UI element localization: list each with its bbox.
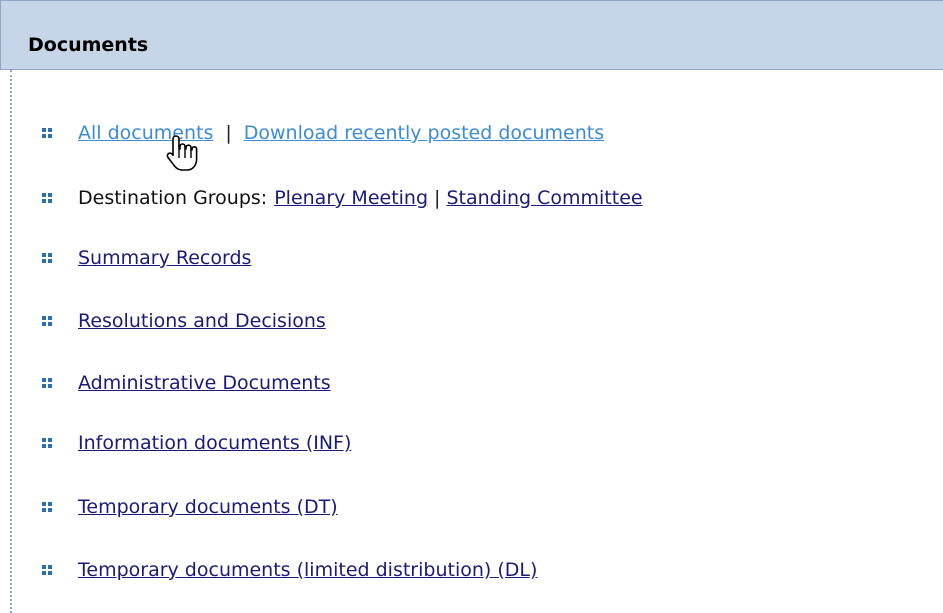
temporary-documents-link[interactable]: Temporary documents (DT) <box>78 494 338 520</box>
resolutions-and-decisions-link[interactable]: Resolutions and Decisions <box>78 308 326 334</box>
grid-bullet-icon <box>42 253 52 263</box>
grid-bullet-icon <box>42 565 52 575</box>
link-separator: | <box>225 122 232 144</box>
panel-header: Documents <box>0 0 943 70</box>
temporary-documents-limited-distribution-link[interactable]: Temporary documents (limited distributio… <box>78 557 537 583</box>
standing-committee-link[interactable]: Standing Committee <box>446 185 642 211</box>
information-documents-link[interactable]: Information documents (INF) <box>78 430 351 456</box>
list-item-destination-groups: Destination Groups: Plenary Meeting | St… <box>42 185 643 211</box>
panel-title: Documents <box>28 34 149 56</box>
list-item-temporary-documents-limited: Temporary documents (limited distributio… <box>42 557 537 583</box>
documents-panel: Documents All documents | Download recen… <box>0 0 943 613</box>
grid-bullet-icon <box>42 128 52 138</box>
panel-left-border <box>10 70 12 613</box>
list-item-summary-records: Summary Records <box>42 245 251 271</box>
grid-bullet-icon <box>42 193 52 203</box>
list-item-resolutions-decisions: Resolutions and Decisions <box>42 308 326 334</box>
download-recent-documents-link[interactable]: Download recently posted documents <box>244 120 604 146</box>
plenary-meeting-link[interactable]: Plenary Meeting <box>274 185 428 211</box>
list-item-all-documents: All documents | Download recently posted… <box>42 120 604 146</box>
link-separator: | <box>434 187 441 209</box>
grid-bullet-icon <box>42 378 52 388</box>
summary-records-link[interactable]: Summary Records <box>78 245 251 271</box>
grid-bullet-icon <box>42 316 52 326</box>
grid-bullet-icon <box>42 438 52 448</box>
administrative-documents-link[interactable]: Administrative Documents <box>78 370 331 396</box>
list-item-administrative-documents: Administrative Documents <box>42 370 331 396</box>
destination-groups-label: Destination Groups: <box>78 187 268 209</box>
list-item-information-documents: Information documents (INF) <box>42 430 351 456</box>
list-item-temporary-documents: Temporary documents (DT) <box>42 494 338 520</box>
grid-bullet-icon <box>42 502 52 512</box>
hand-pointer-icon <box>166 135 198 171</box>
